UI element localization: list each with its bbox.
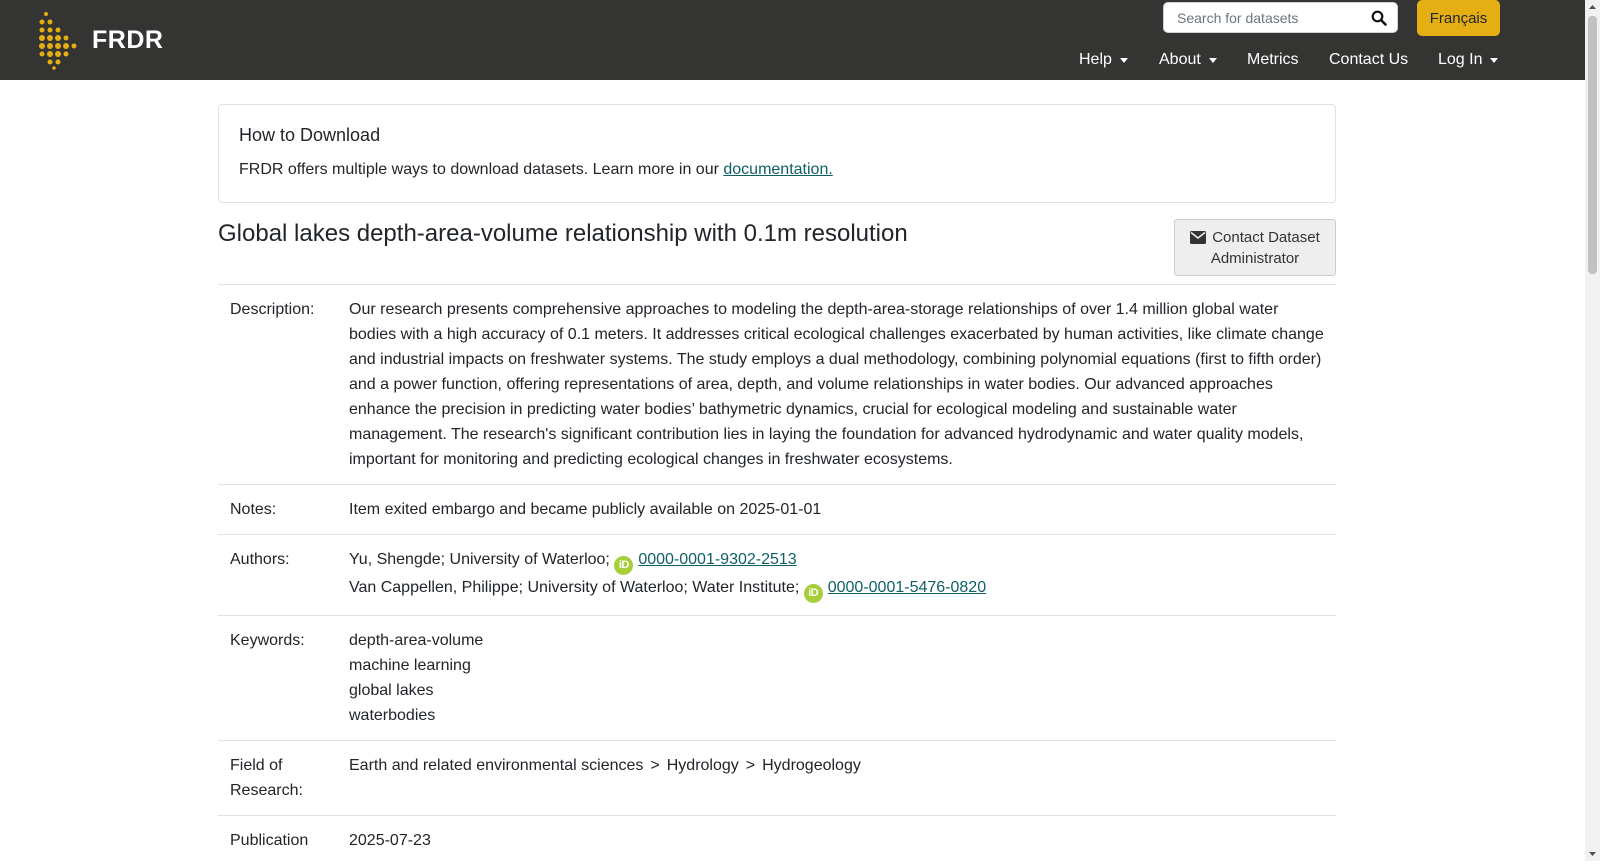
nav-about-label: About	[1159, 51, 1201, 68]
nav-about-dropdown[interactable]: About	[1159, 48, 1217, 72]
envelope-icon	[1190, 231, 1207, 244]
notes-value: Item exited embargo and became publicly …	[349, 501, 822, 518]
breadcrumb-separator: >	[650, 757, 660, 774]
language-toggle-button[interactable]: Français	[1417, 0, 1500, 36]
table-row-field-of-research: Field of Research: Earth and related env…	[218, 740, 1336, 815]
table-row-description: Description: Our research presents compr…	[218, 284, 1336, 484]
caret-down-icon	[1490, 57, 1499, 63]
nav-login-dropdown[interactable]: Log In	[1438, 48, 1499, 72]
nav-help-dropdown[interactable]: Help	[1079, 48, 1128, 72]
caret-down-icon	[1208, 57, 1217, 63]
field-level: Hydrogeology	[762, 757, 861, 774]
notes-label: Notes:	[230, 501, 277, 518]
dataset-metadata-table: Description: Our research presents compr…	[218, 284, 1336, 865]
logo-text: FRDR	[92, 25, 164, 54]
page-scrollbar[interactable]	[1585, 0, 1600, 861]
orcid-icon: iD	[614, 556, 634, 575]
author-entry: Van Cappellen, Philippe; University of W…	[349, 575, 1324, 603]
card-title: How to Download	[239, 125, 381, 145]
orcid-link[interactable]: 0000-0001-5476-0820	[828, 579, 986, 596]
authors-value: Yu, Shengde; University of Waterloo; iD 0…	[349, 535, 1336, 615]
nav-metrics-label: Metrics	[1247, 51, 1299, 68]
keywords-label: Keywords:	[230, 632, 305, 649]
publication-label: Publication	[230, 832, 309, 849]
keyword-item: waterbodies	[349, 707, 436, 724]
nav-contact-us-label: Contact Us	[1329, 51, 1409, 68]
caret-down-icon	[1119, 57, 1128, 63]
author-entry: Yu, Shengde; University of Waterloo; iD 0…	[349, 547, 1324, 575]
description-label: Description:	[230, 301, 315, 318]
field-of-research-value: Earth and related environmental sciences…	[349, 741, 1336, 815]
field-of-research-label: Field of Research:	[230, 757, 303, 799]
scroll-down-arrow-icon[interactable]	[1585, 846, 1600, 861]
authors-label: Authors:	[230, 551, 290, 568]
nav-help-label: Help	[1079, 51, 1112, 68]
table-row-notes: Notes: Item exited embargo and became pu…	[218, 484, 1336, 534]
scrollbar-thumb[interactable]	[1588, 16, 1597, 274]
table-row-authors: Authors: Yu, Shengde; University of Wate…	[218, 534, 1336, 615]
documentation-link[interactable]: documentation.	[723, 161, 832, 178]
frdr-logo-icon	[39, 12, 77, 70]
card-text: FRDR offers multiple ways to download da…	[239, 161, 833, 179]
publication-value: 2025-07-23	[349, 832, 431, 849]
field-level: Hydrology	[666, 757, 739, 774]
author-name: Van Cappellen, Philippe; University of W…	[349, 579, 800, 596]
scroll-up-arrow-icon[interactable]	[1585, 0, 1600, 15]
top-navbar: FRDR Français Help About Metrics Contact…	[0, 0, 1585, 80]
nav-login-label: Log In	[1438, 51, 1483, 68]
keywords-value: depth-area-volume machine learning globa…	[349, 616, 1336, 740]
search-input[interactable]	[1175, 3, 1365, 32]
search-box	[1163, 2, 1398, 33]
table-row-keywords: Keywords: depth-area-volume machine lear…	[218, 615, 1336, 740]
how-to-download-card: How to Download FRDR offers multiple way…	[218, 104, 1336, 203]
search-icon[interactable]	[1371, 10, 1387, 26]
orcid-icon: iD	[803, 584, 823, 603]
description-value: Our research presents comprehensive appr…	[349, 301, 1324, 468]
orcid-link[interactable]: 0000-0001-9302-2513	[638, 551, 796, 568]
contact-dataset-administrator-button[interactable]: Contact Dataset Administrator	[1174, 219, 1336, 276]
dataset-title: Global lakes depth-area-volume relations…	[218, 220, 908, 247]
nav-metrics-link[interactable]: Metrics	[1247, 48, 1299, 72]
keyword-item: depth-area-volume	[349, 632, 484, 649]
field-level: Earth and related environmental sciences	[349, 757, 644, 774]
keyword-item: global lakes	[349, 682, 434, 699]
breadcrumb-separator: >	[745, 757, 756, 774]
author-name: Yu, Shengde; University of Waterloo;	[349, 551, 610, 568]
contact-button-label: Contact Dataset Administrator	[1210, 229, 1320, 267]
keyword-item: machine learning	[349, 657, 471, 674]
table-row-publication: Publication 2025-07-23	[218, 815, 1336, 865]
nav-contact-us-link[interactable]: Contact Us	[1329, 48, 1408, 72]
frdr-logo[interactable]: FRDR	[38, 10, 163, 70]
card-body-text: FRDR offers multiple ways to download da…	[239, 161, 724, 178]
